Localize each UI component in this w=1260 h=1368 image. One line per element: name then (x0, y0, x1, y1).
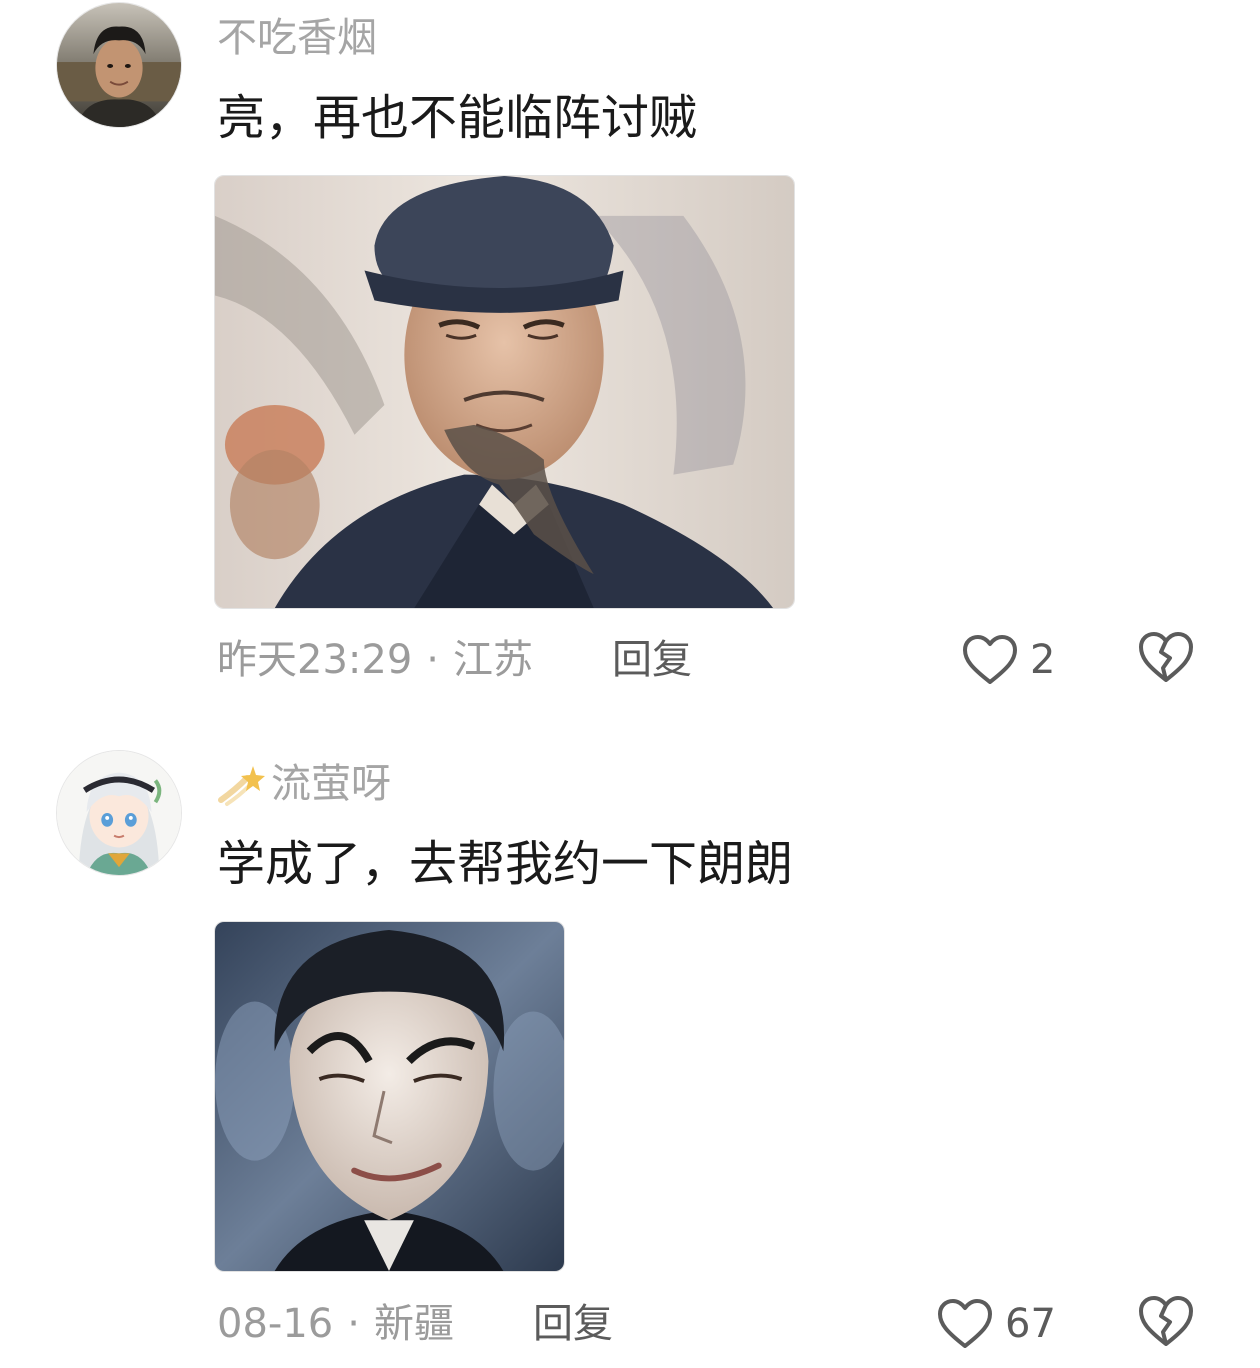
comment-image[interactable] (214, 175, 795, 609)
reply-button[interactable]: 回复 (612, 636, 692, 684)
like-count: 67 (1005, 1301, 1056, 1347)
reply-button[interactable]: 回复 (533, 1300, 613, 1348)
like-count: 2 (1030, 637, 1056, 683)
comment-meta: 昨天23:29 · 江苏 (217, 636, 533, 684)
anime-avatar (57, 751, 181, 875)
dislike-button[interactable] (1137, 1294, 1195, 1348)
comment-text: 学成了，去帮我约一下朗朗 (217, 836, 794, 892)
comment-text: 亮，再也不能临阵讨贼 (217, 90, 698, 146)
comment-time: 昨天23:29 (217, 637, 413, 683)
comment-meta: 08-16 · 新疆 (217, 1300, 454, 1348)
comment-item: 流萤呀 学成了，去帮我约一下朗朗 08-16 · 新疆 回复 67 (0, 700, 1260, 1368)
shooting-star-icon (217, 760, 269, 808)
user-avatar[interactable] (56, 750, 182, 876)
username-text: 不吃香烟 (217, 15, 377, 61)
meme-image (215, 922, 564, 1271)
heart-icon (963, 635, 1017, 684)
like-button[interactable]: 67 (937, 1294, 1056, 1354)
username-text: 流萤呀 (271, 761, 391, 807)
avatar-photo (57, 3, 181, 127)
user-avatar[interactable] (56, 2, 182, 128)
meta-separator: · (347, 1301, 360, 1347)
comment-item: 不吃香烟 亮，再也不能临阵讨贼 昨天23:29 · 江苏 回复 2 (0, 0, 1260, 700)
comment-location: 新疆 (373, 1301, 454, 1347)
heart-icon (938, 1299, 992, 1348)
comment-time: 08-16 (217, 1301, 334, 1347)
like-button[interactable]: 2 (962, 630, 1055, 690)
username[interactable]: 流萤呀 (217, 760, 391, 808)
broken-heart-icon (1139, 1296, 1193, 1346)
username[interactable]: 不吃香烟 (217, 14, 377, 62)
meme-image (215, 176, 794, 608)
broken-heart-icon (1139, 632, 1193, 682)
comment-image[interactable] (214, 921, 565, 1272)
comment-location: 江苏 (453, 637, 533, 683)
meta-separator: · (426, 637, 439, 683)
dislike-button[interactable] (1137, 630, 1195, 684)
